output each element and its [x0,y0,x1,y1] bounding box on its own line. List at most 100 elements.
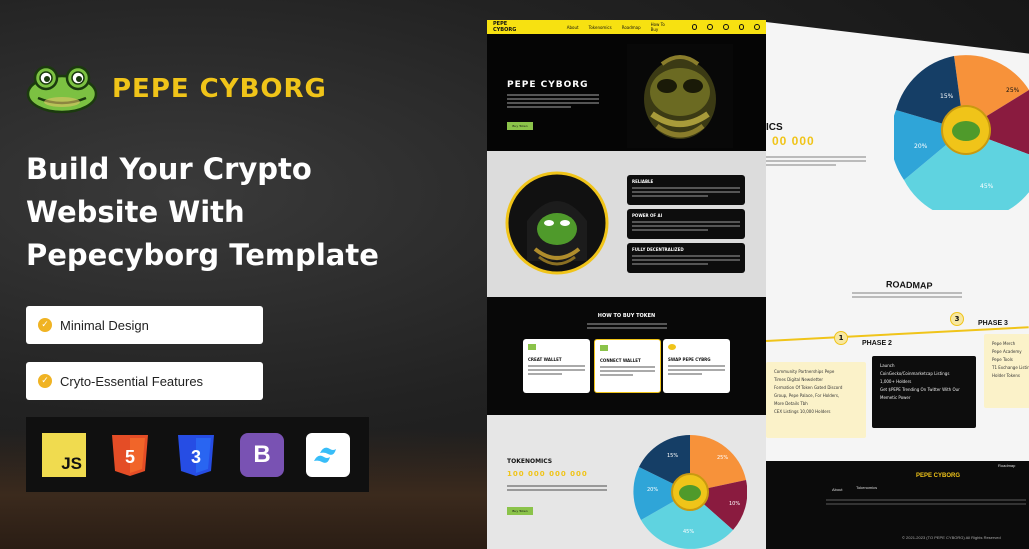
feature-label: Cryto-Essential Features [60,373,204,389]
phase-1-card: Community Partnerships Pepe Times Digita… [766,362,866,438]
pie-label: 20% [647,487,658,493]
phase-item: T1 Exchange Listings [992,365,1029,370]
preview-hero-text [507,94,599,110]
javascript-icon: JS [42,432,86,477]
footer-link[interactable]: Roadmap [998,463,1015,468]
coin-icon [668,344,676,350]
preview-nav: PEPE CYBORG About Tokenomics Roadmap How… [487,20,766,34]
cyborg-frog-head-image [627,44,733,148]
feature-card-title: POWER OF AI [632,213,663,218]
link-icon [600,345,608,351]
preview-features-section: RELIABLE POWER OF AI FULLY DECENTRALIZED [487,151,766,297]
tokenomics-title: TOKENOMICS [507,458,553,465]
step-title: CONNECT WALLET [600,358,641,363]
website-preview-main: PEPE CYBORG About Tokenomics Roadmap How… [487,20,766,549]
discord-icon[interactable] [754,24,760,30]
phase-item: Get $PEPE Trending On Twitter With Our M… [880,387,960,400]
feature-card-title: FULLY DECENTRALIZED [632,247,684,252]
css3-icon: 3 [178,434,214,476]
brand-name: PEPE CYBORG [112,74,327,104]
feature-card-decentralized: FULLY DECENTRALIZED [627,243,745,273]
phase-item: Launch [880,363,895,368]
wallet-icon [528,344,536,350]
feature-label: Minimal Design [60,317,149,333]
phase-item: 1,000+ Holders [880,379,912,384]
phase-item: Formation Of Token Gated Discord [774,385,843,390]
pie-label: 10% [729,501,740,507]
headline-line-1: Build Your Crypto [26,152,312,186]
feature-card-title: RELIABLE [632,179,654,184]
phase-3-card: Pepe Merch Pepe Academy Pepe Tools T1 Ex… [984,334,1029,408]
pie-label: 20% [914,143,928,150]
phase-label: PHASE 3 [978,320,1008,327]
html5-icon: 5 [112,434,148,476]
phase-2-card: Launch CoinGecko/Coinmarketcap Listings … [872,356,976,428]
check-badge-icon: ✓ [38,318,52,332]
step-title: CREAT WALLET [528,357,562,362]
how-to-buy-title: HOW TO BUY TOKEN [597,313,656,319]
hooded-frog-image [505,171,609,275]
css3-label: 3 [191,447,201,467]
pie-label: 25% [1006,87,1020,94]
phase-item: CEX Listings 10,000 Holders [774,409,831,414]
partial-tokenomics-title: ICS [766,122,783,133]
html5-label: 5 [125,447,135,467]
bootstrap-label: B [253,440,271,468]
preview-hero-title: PEPE CYBORG [507,80,589,90]
preview-tokenomics: TOKENOMICS 100 000 000 000 Buy Token 25%… [487,415,766,549]
phase-item: Community Partnerships Pepe [774,369,835,374]
tailwind-icon [306,432,350,477]
pie-label: 45% [683,529,694,535]
check-badge-icon: ✓ [38,374,52,388]
tech-stack-bar: JS 5 3 B [26,417,369,492]
phase-item: Group, Pepe Palace, For Holders, [774,393,840,398]
phase-marker: 1 [834,331,848,345]
roadmap-title: ROADMAP [885,279,933,291]
phase-item: Pepe Academy [992,349,1022,354]
step-card-swap: SWAP PEPE CYBRG [663,339,730,393]
phase-item: CoinGecko/Coinmarketcap Listings [880,371,950,376]
instagram-icon[interactable] [723,24,729,30]
pie-label: 15% [667,453,678,459]
step-card-create-wallet: CREAT WALLET [523,339,590,393]
frog-logo-icon [26,65,98,114]
phase-marker: 3 [950,312,964,326]
feature-card-reliable: RELIABLE [627,175,745,205]
javascript-label: JS [61,453,82,473]
phase-item: Pepe Merch [992,341,1016,346]
feature-crypto-essential: ✓ Cryto-Essential Features [26,362,263,400]
feature-minimal-design: ✓ Minimal Design [26,306,263,344]
pie-label: 25% [717,455,728,461]
facebook-icon[interactable] [691,24,698,30]
preview-nav-link[interactable]: How To Buy [651,22,672,32]
tokenomics-buy-button[interactable]: Buy Token [507,507,533,515]
preview-footer: About Tokenomics PEPE CYBORG Roadmap © 2… [766,461,1029,549]
footer-link[interactable]: Tokenomics [856,485,877,490]
pie-label: 45% [980,183,994,190]
website-preview-angled: ICS 00 000 15% 25% 20% 45% ROADMAP 1 3 P… [766,22,1029,549]
preview-how-to-buy: HOW TO BUY TOKEN CREAT WALLET CONNECT WA… [487,297,766,415]
footer-logo: PEPE CYBORG [916,473,961,479]
feature-card-power-of-ai: POWER OF AI [627,209,745,239]
preview-buy-button[interactable]: Buy Token [507,122,533,130]
copyright: © 2021-2023 (TO PEPE CYBORG) All Rights … [902,535,1001,540]
phase-item: Times Digital Newsletter [774,377,824,382]
preview-nav-link[interactable]: Roadmap [622,25,641,30]
twitter-icon[interactable] [707,24,714,30]
preview-hero: PEPE CYBORG Buy Token [487,34,766,151]
step-card-connect-wallet: CONNECT WALLET [594,339,661,393]
phase-item: Holder Tokens [992,373,1020,378]
linkedin-icon[interactable] [738,24,745,30]
token-supply: 100 000 000 000 [507,470,588,478]
headline-line-2: Website With [26,195,245,229]
preview-nav-link[interactable]: Tokenomics [589,25,612,30]
phase-item: Pepe Tools [992,357,1013,362]
phase-item: More Details Tbh [774,401,808,406]
preview-nav-link[interactable]: About [567,25,579,30]
footer-link[interactable]: About [832,487,842,492]
brand: PEPE CYBORG [26,64,327,114]
partial-token-supply: 00 000 [772,134,815,148]
phase-label: PHASE 2 [862,340,892,347]
angled-pie-chart: 15% 25% 20% 45% [894,55,1029,210]
headline: Build Your Crypto Website With Pepecybor… [26,148,446,277]
